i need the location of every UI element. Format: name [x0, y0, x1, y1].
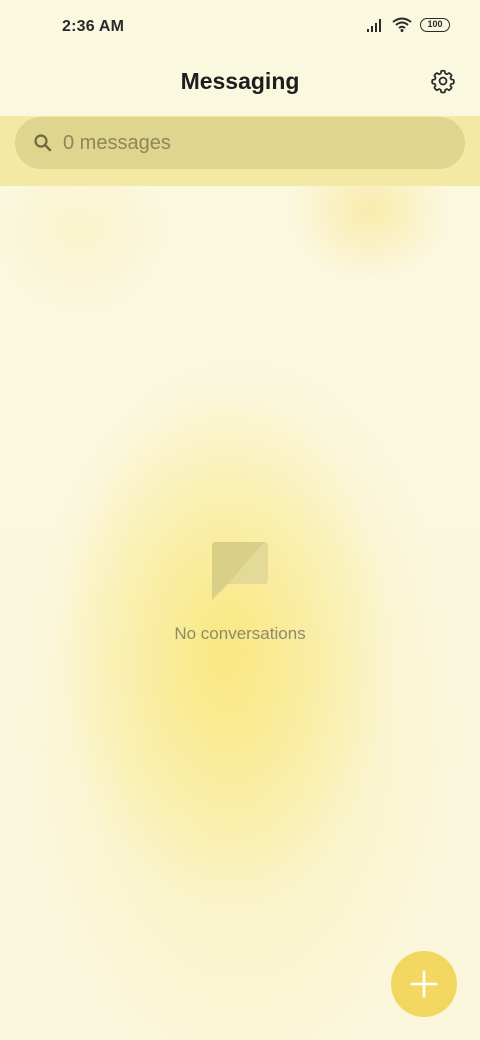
status-bar: 2:36 AM 100	[0, 0, 480, 56]
page-title: Messaging	[180, 68, 300, 94]
empty-state-text: No conversations	[174, 624, 306, 643]
battery-icon: 100	[420, 17, 450, 32]
status-time: 2:36 AM	[62, 18, 125, 35]
search-icon	[34, 134, 52, 152]
chat-bubble-icon	[212, 542, 268, 600]
plus-icon	[410, 970, 438, 998]
battery-level: 100	[427, 19, 443, 29]
search-band	[0, 116, 480, 186]
app-header: Messaging	[0, 56, 480, 116]
signal-bars-icon	[367, 18, 381, 32]
search-input[interactable]	[61, 130, 425, 156]
settings-button[interactable]	[430, 68, 456, 94]
new-conversation-button[interactable]	[391, 951, 457, 1017]
empty-state: No conversations	[0, 540, 480, 644]
status-icons: 100	[366, 17, 450, 32]
search-box[interactable]	[15, 117, 465, 169]
wifi-icon	[392, 17, 412, 32]
gear-icon	[431, 69, 455, 94]
